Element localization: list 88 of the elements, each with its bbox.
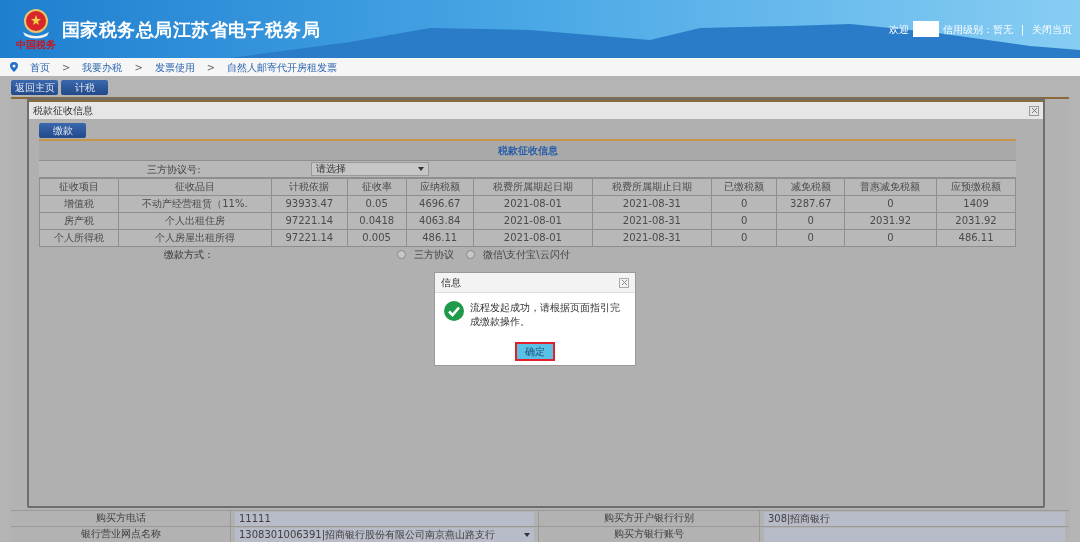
- table-cell: 2021-08-01: [473, 195, 593, 213]
- form-label: 购买方电话: [11, 511, 231, 527]
- table-cell: 0: [776, 212, 845, 230]
- form-label: 银行营业网点名称: [11, 527, 231, 542]
- column-header: 普惠减免税额: [844, 178, 937, 196]
- column-header: 计税依据: [271, 178, 348, 196]
- radio-button[interactable]: [466, 250, 475, 259]
- column-header: 征收项目: [39, 178, 119, 196]
- table-cell: 0.05: [347, 195, 407, 213]
- table-cell: 2031.92: [844, 212, 937, 230]
- column-header: 征收品目: [118, 178, 272, 196]
- table-cell: 不动产经营租赁（11%.: [118, 195, 272, 213]
- column-header: 已缴税额: [711, 178, 777, 196]
- table-cell: 3287.67: [776, 195, 845, 213]
- form-value-field[interactable]: 308|招商银行: [764, 512, 1065, 526]
- emblem-caption: 中国税务: [16, 40, 56, 50]
- form-value-field[interactable]: 1308301006391|招商银行股份有限公司南京燕山路支行: [235, 528, 534, 542]
- table-cell: 2021-08-01: [473, 212, 593, 230]
- table-cell: 97221.14: [271, 212, 348, 230]
- table-cell: 2031.92: [936, 212, 1016, 230]
- close-icon: [1030, 107, 1038, 114]
- dialog-message: 流程发起成功，请根据页面指引完成缴款操作。: [470, 301, 621, 329]
- dropdown-arrow-icon: [524, 533, 530, 537]
- table-cell: 4063.84: [406, 212, 474, 230]
- ok-button[interactable]: 确定: [515, 342, 555, 361]
- breadcrumb-link[interactable]: 首页: [30, 59, 50, 75]
- breadcrumb-link[interactable]: 发票使用: [154, 59, 195, 75]
- success-check-icon: [444, 301, 464, 321]
- credit-level: 信用级别：暂无: [942, 22, 1013, 37]
- table-cell: 0: [844, 195, 937, 213]
- table-cell: 0.0418: [347, 212, 407, 230]
- column-header: 征收率: [347, 178, 407, 196]
- breadcrumb-link[interactable]: 自然人邮寄代开房租发票: [227, 59, 338, 75]
- location-pin-icon: [10, 62, 18, 72]
- table-cell: 个人所得税: [39, 229, 119, 247]
- table-cell: 93933.47: [271, 195, 348, 213]
- column-header: 应预缴税额: [936, 178, 1016, 196]
- breadcrumb-separator: >: [134, 60, 143, 75]
- table-cell: 0: [844, 229, 937, 247]
- table-cell: 2021-08-01: [473, 229, 593, 247]
- table-cell: 2021-08-31: [592, 195, 712, 213]
- table-cell: 个人出租住房: [118, 212, 272, 230]
- pay-button[interactable]: 缴款: [39, 123, 86, 138]
- radio-label: 微信\支付宝\云闪付: [483, 248, 570, 262]
- table-cell: 1409: [936, 195, 1016, 213]
- radio-label: 三方协议: [414, 248, 454, 262]
- table-cell: 增值税: [39, 195, 119, 213]
- form-value-field[interactable]: 11111: [235, 512, 534, 526]
- form-value-field[interactable]: [764, 528, 1065, 542]
- column-header: 应纳税额: [406, 178, 474, 196]
- column-header: 减免税额: [776, 178, 845, 196]
- table-cell: 0: [776, 229, 845, 247]
- toolbar-button[interactable]: 返回主页: [11, 80, 58, 95]
- agreement-select[interactable]: 请选择: [311, 162, 429, 176]
- table-cell: 0: [711, 212, 777, 230]
- redaction-block: [912, 21, 939, 37]
- column-header: 税费所属期止日期: [592, 178, 712, 196]
- agreement-label: 三方协议号:: [146, 163, 202, 177]
- form-label: 购买方银行账号: [538, 527, 760, 542]
- table-cell: 97221.14: [271, 229, 348, 247]
- breadcrumb-separator: >: [62, 60, 71, 75]
- table-cell: 2021-08-31: [592, 229, 712, 247]
- modal-title: 税款征收信息: [33, 104, 93, 118]
- breadcrumb-separator: >: [206, 60, 216, 75]
- dialog-title: 信息: [441, 276, 461, 290]
- separator: |: [1020, 22, 1024, 37]
- table-cell: 0: [711, 229, 777, 247]
- table-cell: 4696.67: [406, 195, 474, 213]
- breadcrumb-link[interactable]: 我要办税: [82, 59, 123, 75]
- radio-button[interactable]: [397, 250, 406, 259]
- site-title: 国家税务总局江苏省电子税务局: [62, 17, 321, 42]
- table-cell: 486.11: [406, 229, 474, 247]
- dropdown-arrow-icon: [418, 167, 424, 171]
- close-button[interactable]: [619, 277, 629, 288]
- column-header: 税费所属期起日期: [473, 178, 593, 196]
- table-cell: 个人房屋出租所得: [118, 229, 272, 247]
- table-cell: 486.11: [936, 229, 1016, 247]
- form-label: 购买方开户银行行别: [538, 511, 760, 527]
- welcome-text: 欢迎: [888, 22, 909, 37]
- toolbar-button[interactable]: 计税: [61, 80, 108, 95]
- payment-method-label: 缴款方式：: [164, 249, 215, 260]
- close-icon: [620, 279, 628, 286]
- close-button[interactable]: [1029, 105, 1039, 116]
- table-cell: 0: [711, 195, 777, 213]
- table-cell: 房产税: [39, 212, 119, 230]
- table-cell: 0.005: [347, 229, 407, 247]
- table-caption: 税款征收信息: [39, 141, 1016, 161]
- table-cell: 2021-08-31: [592, 212, 712, 230]
